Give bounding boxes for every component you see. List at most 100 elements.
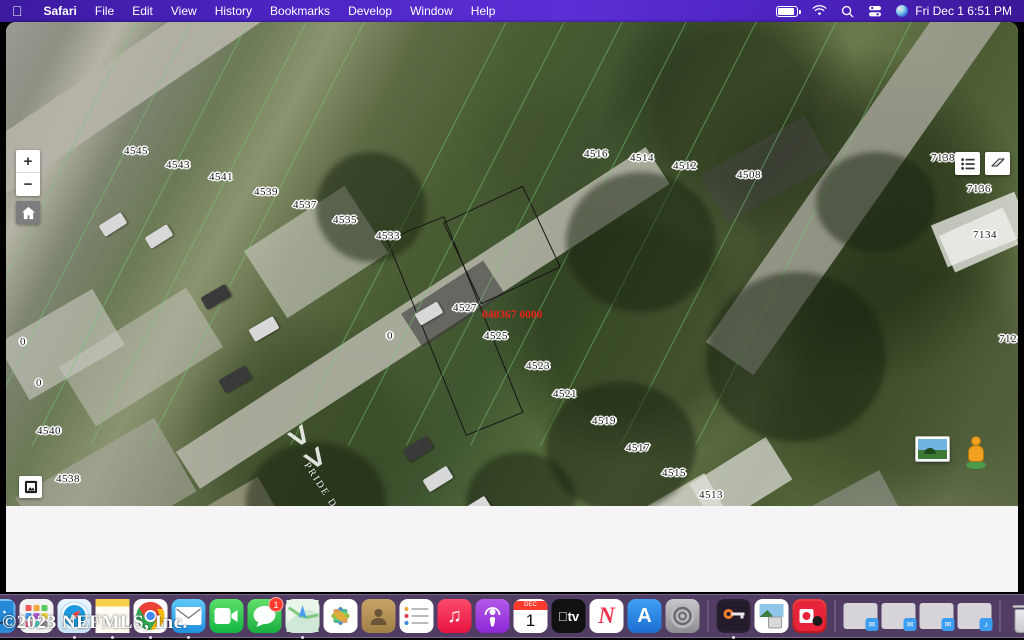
menu-item-window[interactable]: Window	[401, 4, 462, 18]
map-address-label: 7134	[973, 229, 997, 241]
menu-item-edit[interactable]: Edit	[123, 4, 162, 18]
map-address-label: 4512	[673, 160, 697, 172]
dock-minimized-window-3[interactable]: ✉	[919, 603, 955, 631]
zoom-out-button[interactable]: −	[16, 173, 40, 196]
wifi-icon[interactable]	[805, 5, 834, 17]
aerial-map-viewport[interactable]: ˅ ˅ PRIDE DR 040367 0000 4545 4543 4541 453…	[6, 22, 1018, 506]
dock-running-indicator	[149, 636, 152, 639]
map-address-label: 4521	[553, 388, 577, 400]
menu-item-history[interactable]: History	[206, 4, 261, 18]
legend-button[interactable]	[955, 152, 980, 175]
parked-car	[402, 435, 434, 463]
dock-item-photos[interactable]	[323, 599, 358, 633]
spotlight-search-icon[interactable]	[834, 5, 861, 18]
dock-item-maps[interactable]	[285, 599, 320, 639]
parked-car	[144, 224, 174, 249]
home-extent-button[interactable]	[16, 201, 40, 224]
menu-item-safari[interactable]: Safari	[35, 4, 86, 18]
mls-copyright-watermark: ©2023 NEFMLS, Inc.	[2, 612, 188, 633]
map-address-label: 4514	[630, 152, 654, 164]
pegman-street-view-icon[interactable]	[966, 436, 986, 470]
parked-car	[422, 465, 454, 493]
menu-item-help[interactable]: Help	[462, 4, 505, 18]
map-address-label: 4537	[293, 199, 317, 211]
dock-item-system-settings[interactable]	[665, 599, 700, 633]
measure-tool-icon	[990, 158, 1005, 167]
dock-item-app-store[interactable]: A	[627, 599, 662, 633]
legend-list-icon	[960, 157, 975, 170]
dock-item-podcasts[interactable]	[475, 599, 510, 633]
menu-item-develop[interactable]: Develop	[339, 4, 401, 18]
map-address-label: 4527	[453, 302, 477, 314]
basemap-image-button[interactable]	[19, 476, 42, 498]
minimized-window-badge: ♪	[979, 618, 993, 631]
dock-item-keychain-access[interactable]	[716, 599, 751, 639]
dock-item-reminders[interactable]	[399, 599, 434, 633]
map-address-label: 4538	[56, 473, 80, 485]
dock-item-preview[interactable]	[754, 599, 789, 633]
map-address-label: 4533	[376, 230, 400, 242]
dock-running-indicator	[111, 636, 114, 639]
street-view-preview-image	[918, 439, 947, 459]
pegman-base	[966, 461, 986, 469]
screen:  Safari File Edit View History Bookmark…	[0, 0, 1024, 640]
apple-menu-icon[interactable]: 	[0, 4, 35, 18]
dock-minimized-window-2[interactable]: ✉	[881, 603, 917, 631]
control-center-icon[interactable]	[861, 5, 889, 18]
map-address-label: 4543	[166, 159, 190, 171]
map-address-label: 4523	[526, 360, 550, 372]
street-view-thumbnail[interactable]	[915, 436, 950, 462]
dock-minimized-window-4[interactable]: ♪	[957, 603, 993, 631]
map-address-label: 4525	[484, 330, 508, 342]
selected-parcel-id-label: 040367 0000	[482, 309, 543, 321]
tree-canopy	[566, 172, 716, 312]
dock-trash-icon[interactable]	[1009, 599, 1024, 633]
dock-item-photo-booth[interactable]	[792, 599, 827, 633]
dock-separator	[834, 600, 836, 632]
dock-item-messages[interactable]: 1	[247, 597, 284, 633]
map-canvas[interactable]: ˅ ˅ PRIDE DR 040367 0000 4545 4543 4541 453…	[6, 22, 1018, 506]
dock-separator	[999, 600, 1001, 632]
map-address-label: 0	[36, 377, 42, 389]
menu-item-file[interactable]: File	[86, 4, 123, 18]
dock-minimized-window-1[interactable]: ✉	[843, 603, 879, 631]
siri-icon[interactable]	[889, 5, 915, 17]
dock-item-calendar[interactable]: DEC 1	[513, 599, 548, 633]
map-address-label: 4513	[699, 489, 723, 501]
battery-icon[interactable]	[769, 5, 805, 17]
map-address-label: 4545	[124, 145, 148, 157]
parked-car	[98, 212, 128, 237]
minimized-window-badge: ✉	[903, 618, 917, 631]
dock-item-music[interactable]: ♫	[437, 599, 472, 633]
map-address-label: 4539	[254, 186, 278, 198]
parked-car	[218, 365, 252, 394]
zoom-in-button[interactable]: +	[16, 150, 40, 173]
map-address-label: 4517	[626, 442, 650, 454]
pegman-head	[971, 436, 981, 446]
trash-lid	[1012, 605, 1024, 608]
map-address-label: 4516	[584, 148, 608, 160]
menu-item-view[interactable]: View	[162, 4, 206, 18]
map-address-label: 0	[387, 330, 393, 342]
dock-item-facetime[interactable]	[209, 599, 244, 633]
tree-canopy	[706, 272, 886, 442]
measure-button[interactable]	[985, 152, 1010, 175]
menu-item-bookmarks[interactable]: Bookmarks	[261, 4, 339, 18]
dock-item-contacts[interactable]	[361, 599, 396, 633]
tree-canopy	[816, 152, 936, 252]
trash-body	[1014, 609, 1024, 633]
dock-badge: 1	[268, 597, 284, 612]
map-address-label: 7124	[999, 333, 1018, 345]
dock-running-indicator	[732, 636, 735, 639]
map-address-label: 0	[20, 336, 26, 348]
building-roof-4503	[782, 470, 912, 506]
map-address-label: 4519	[592, 415, 616, 427]
map-address-label: 4508	[737, 169, 761, 181]
parked-car	[200, 283, 232, 311]
map-address-label: 7136	[967, 183, 991, 195]
macos-menu-bar:  Safari File Edit View History Bookmark…	[0, 0, 1024, 22]
menu-bar-clock[interactable]: Fri Dec 1 6:51 PM	[915, 4, 1024, 18]
dock-item-news[interactable]: N	[589, 599, 624, 633]
dock-item-apple-tv[interactable]: tv	[551, 599, 586, 633]
minimized-window-badge: ✉	[941, 618, 955, 631]
